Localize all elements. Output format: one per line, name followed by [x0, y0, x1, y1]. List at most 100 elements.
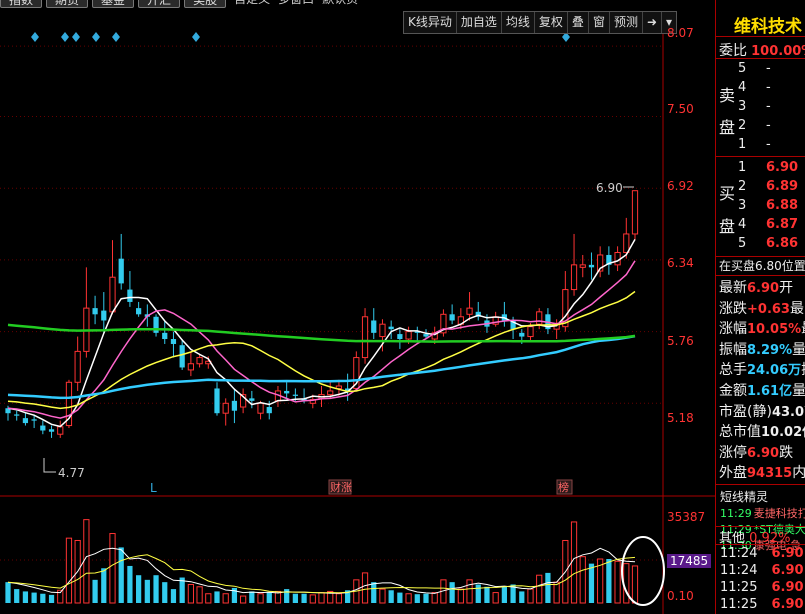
- quote-row: 总手24.06万换: [719, 359, 805, 379]
- sell-order-price: -: [766, 118, 771, 133]
- quote-label: 外盘: [719, 465, 747, 482]
- tab-fund[interactable]: 基金: [92, 0, 135, 8]
- multi-window-link[interactable]: 多窗口: [278, 0, 314, 8]
- quote-row: 总市值10.02亿流: [719, 421, 805, 440]
- buy-order-level: 3: [738, 198, 747, 213]
- volume-bar: [623, 563, 630, 604]
- price-axis-label: 5.76: [667, 334, 694, 348]
- quote-label: 总手: [719, 362, 747, 379]
- adjust-button[interactable]: 复权: [535, 12, 568, 33]
- tab-us-stock[interactable]: 美股: [184, 0, 227, 8]
- add-watchlist-button[interactable]: 加自选: [457, 12, 502, 33]
- custom-link[interactable]: 自定义: [234, 0, 270, 8]
- chart-area[interactable]: 6.904.77L财涨榜 指数 期货 基金 开汇 美股 自定义 多窗口 默认页 …: [0, 0, 715, 614]
- volume-bar: [361, 572, 369, 604]
- overlay-button[interactable]: 叠: [568, 12, 589, 33]
- quote-panel: 维科技术 委比 100.00% 卖 盘 5 - 4 - 3 - 2 - 1 - 买 盘 1 6.90…: [715, 0, 805, 614]
- candle-body: [327, 390, 334, 396]
- candle-body: [57, 426, 64, 435]
- quote-label: 市盈(静): [719, 403, 772, 420]
- news-item[interactable]: 11:29 麦捷科技打: [720, 505, 805, 521]
- volume-bar: [144, 579, 150, 603]
- quote-value: 8.29%: [747, 342, 793, 358]
- volume-bar: [579, 556, 586, 604]
- news-title[interactable]: 短线精灵: [720, 488, 768, 505]
- event-diamond-icon: [192, 32, 200, 42]
- low-pointer: [43, 458, 56, 473]
- volume-bar: [519, 591, 525, 603]
- news-text: 麦捷科技打: [753, 507, 805, 520]
- volume-bar: [31, 592, 37, 603]
- ma-line-button[interactable]: 均线: [502, 12, 535, 33]
- event-marker-finance: 财涨: [330, 480, 352, 494]
- default-page-link[interactable]: 默认页: [322, 0, 358, 8]
- candle-body: [423, 334, 429, 337]
- volume-bar: [249, 591, 255, 603]
- quote-extra: 内: [792, 465, 805, 482]
- quote-value: 24.06万: [747, 363, 802, 379]
- volume-bar: [553, 581, 560, 604]
- quote-extra: 最: [789, 300, 804, 317]
- candle-body: [388, 326, 394, 330]
- volume-bar: [457, 588, 464, 604]
- candle-body: [397, 334, 403, 340]
- volume-bar: [170, 589, 177, 603]
- window-button[interactable]: 窗: [589, 12, 610, 33]
- kline-chart[interactable]: 6.90 4.77 L 财涨 榜: [0, 0, 715, 614]
- buy-order-level: 2: [738, 179, 747, 194]
- tab-index[interactable]: 指数: [0, 0, 43, 8]
- tick-item: 11:24 6.90: [720, 563, 804, 578]
- volume-bar: [588, 563, 595, 603]
- candle-body: [187, 363, 194, 371]
- quote-extra: 跌: [779, 444, 794, 461]
- volume-bar: [397, 592, 403, 603]
- volume-bar: [431, 592, 438, 604]
- tab-forex[interactable]: 开汇: [138, 0, 181, 8]
- volume-bar: [318, 592, 325, 604]
- candle-body: [222, 402, 229, 414]
- buy-order-price: 6.88: [766, 198, 799, 213]
- exit-arrow-icon[interactable]: ➜: [643, 12, 663, 33]
- forecast-button[interactable]: 预测: [610, 12, 643, 33]
- tick-item: 11:24 6.90: [720, 546, 804, 561]
- quote-extra: 最: [801, 321, 805, 337]
- candle-body: [405, 331, 412, 340]
- quote-value: 6.90: [747, 281, 780, 296]
- volume-axis-marker: 17485: [667, 554, 712, 568]
- candle-body: [109, 276, 116, 313]
- candle-body: [249, 398, 255, 401]
- candle-body: [536, 311, 543, 325]
- top-tabs: 指数 期货 基金 开汇 美股 自定义 多窗口 默认页: [0, 0, 358, 8]
- candle-body: [48, 429, 55, 432]
- tick-item: 11:25 6.90: [720, 580, 804, 595]
- volume-bar: [222, 593, 229, 604]
- quote-extra: 量: [792, 341, 805, 358]
- kline-anomaly-button[interactable]: K线异动: [404, 12, 457, 33]
- volume-bar: [284, 589, 290, 603]
- candle-body: [519, 332, 525, 337]
- candle-body: [292, 394, 298, 396]
- low-price-label: 4.77: [58, 466, 85, 480]
- quote-extra: 量: [792, 383, 805, 399]
- candle-body: [136, 308, 142, 315]
- event-diamond-icon: [92, 32, 100, 42]
- price-axis-label: 5.18: [667, 411, 694, 425]
- buy-order-level: 4: [738, 217, 747, 232]
- volume-axis-label: 35387: [667, 510, 706, 524]
- sell-side-label: 卖: [719, 86, 736, 105]
- volume-bar: [492, 592, 499, 604]
- volume-bar: [423, 593, 429, 603]
- quote-row: 涨幅10.05%最: [719, 318, 805, 337]
- weibi-row: 委比 100.00%: [719, 40, 805, 59]
- candle-body: [118, 258, 124, 284]
- sell-order-price: -: [766, 80, 771, 95]
- volume-bar: [240, 595, 247, 604]
- bid-position: 在买盘6.80位置: [719, 259, 805, 273]
- candle-body: [127, 289, 133, 302]
- tick-price: 6.90: [771, 597, 804, 612]
- sell-order-price: -: [766, 137, 771, 152]
- quote-value: +0.63: [747, 301, 790, 317]
- sell-order-level: 4: [738, 80, 747, 95]
- tab-futures[interactable]: 期货: [46, 0, 89, 8]
- buy-order-price: 6.90: [766, 160, 799, 175]
